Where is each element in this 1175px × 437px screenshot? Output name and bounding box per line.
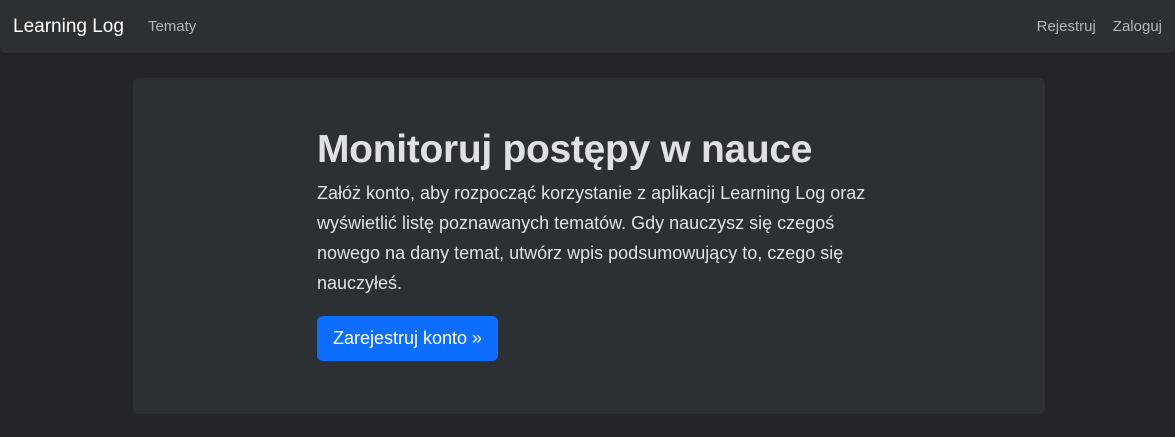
nav-login[interactable]: Zaloguj	[1113, 18, 1162, 35]
hero-title: Monitoruj postępy w nauce	[317, 128, 813, 171]
hero-text: Załóż konto, aby rozpocząć korzystanie z…	[317, 183, 866, 293]
register-button[interactable]: Zarejestruj konto »	[317, 316, 499, 361]
nav-topics[interactable]: Tematy	[148, 18, 196, 35]
brand-link[interactable]: Learning Log	[13, 16, 124, 38]
hero-card: Monitoruj postępy w nauce Załóż konto, a…	[133, 78, 1045, 414]
navbar: Learning Log Tematy Rejestruj Zaloguj	[0, 0, 1175, 53]
nav-register[interactable]: Rejestruj	[1037, 18, 1096, 35]
nav-right: Rejestruj Zaloguj	[1037, 18, 1162, 35]
